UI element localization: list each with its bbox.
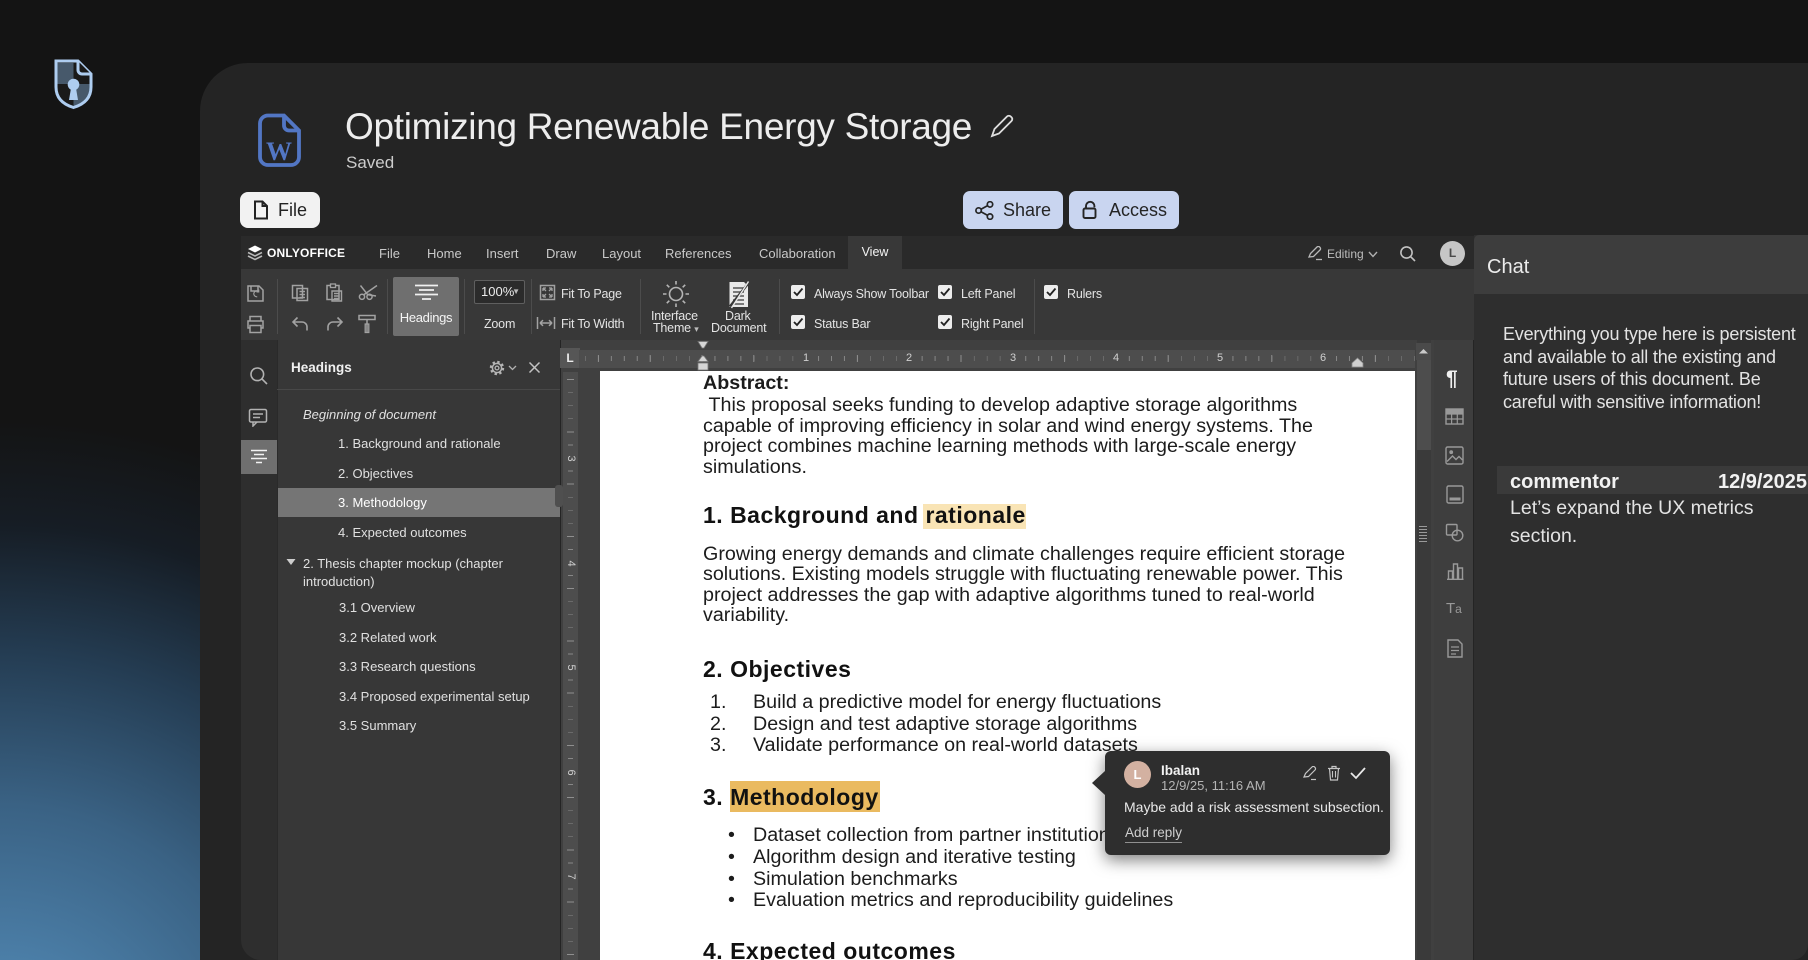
svg-text:W: W [266, 137, 292, 166]
